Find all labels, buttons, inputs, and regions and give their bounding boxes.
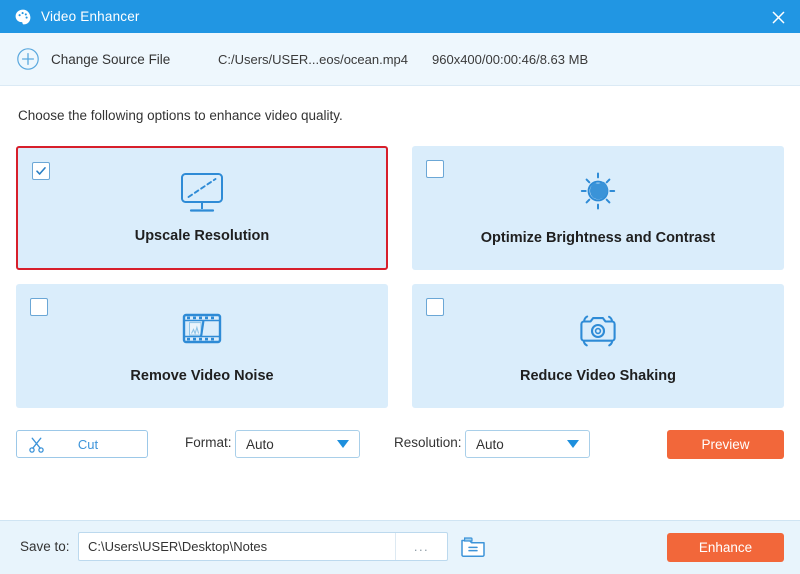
instruction-text: Choose the following options to enhance … [18, 108, 343, 123]
format-select-value: Auto [246, 436, 274, 452]
bottom-bar: Save to: C:\Users\USER\Desktop\Notes ...… [0, 520, 800, 574]
option-card-remove-video-noise[interactable]: Remove Video Noise [16, 284, 388, 408]
cut-button-label: Cut [77, 436, 99, 452]
film-strip-icon [16, 306, 388, 354]
enhance-options-grid: Upscale Resolution Optimize Brightness a… [16, 146, 784, 408]
plus-circle-icon[interactable] [16, 47, 40, 71]
sun-brightness-icon [412, 168, 784, 216]
palette-icon [14, 8, 32, 26]
option-card-upscale-resolution[interactable]: Upscale Resolution [16, 146, 388, 270]
window-title: Video Enhancer [41, 9, 140, 24]
resolution-select-value: Auto [476, 436, 504, 452]
controls-row: Cut Format: Auto Resolution: Auto Previe… [0, 430, 800, 460]
scissors-icon [28, 436, 45, 453]
option-card-optimize-brightness[interactable]: Optimize Brightness and Contrast [412, 146, 784, 270]
browse-button[interactable]: ... [395, 533, 447, 560]
option-card-reduce-video-shaking[interactable]: Reduce Video Shaking [412, 284, 784, 408]
monitor-upscale-icon [18, 170, 386, 218]
chevron-down-icon [337, 440, 349, 448]
source-file-path: C:/Users/USER...eos/ocean.mp4 [218, 51, 409, 67]
source-toolbar: Change Source File C:/Users/USER...eos/o… [0, 33, 800, 86]
format-select[interactable]: Auto [235, 430, 360, 458]
save-to-label: Save to: [20, 539, 70, 554]
resolution-select[interactable]: Auto [465, 430, 590, 458]
save-path-value: C:\Users\USER\Desktop\Notes [88, 539, 268, 554]
resolution-label: Resolution: [394, 435, 462, 450]
close-icon[interactable] [766, 5, 790, 29]
video-enhancer-window: Video Enhancer Change Source File C:/Use… [0, 0, 800, 574]
title-bar: Video Enhancer [0, 0, 800, 33]
option-label-remove-video-noise: Remove Video Noise [130, 368, 274, 384]
enhance-button[interactable]: Enhance [667, 533, 784, 562]
source-file-meta: 960x400/00:00:46/8.63 MB [432, 51, 589, 67]
folder-icon[interactable] [460, 535, 486, 558]
format-label: Format: [185, 435, 232, 450]
change-source-file-label[interactable]: Change Source File [51, 52, 170, 67]
option-label-reduce-video-shaking: Reduce Video Shaking [519, 368, 677, 384]
chevron-down-icon [567, 440, 579, 448]
option-label-upscale-resolution: Upscale Resolution [134, 228, 270, 244]
option-label-optimize-brightness: Optimize Brightness and Contrast [480, 230, 716, 246]
camera-shake-icon [412, 306, 784, 354]
preview-button[interactable]: Preview [667, 430, 784, 459]
save-path-field[interactable]: C:\Users\USER\Desktop\Notes ... [78, 532, 448, 561]
cut-button[interactable]: Cut [16, 430, 148, 458]
